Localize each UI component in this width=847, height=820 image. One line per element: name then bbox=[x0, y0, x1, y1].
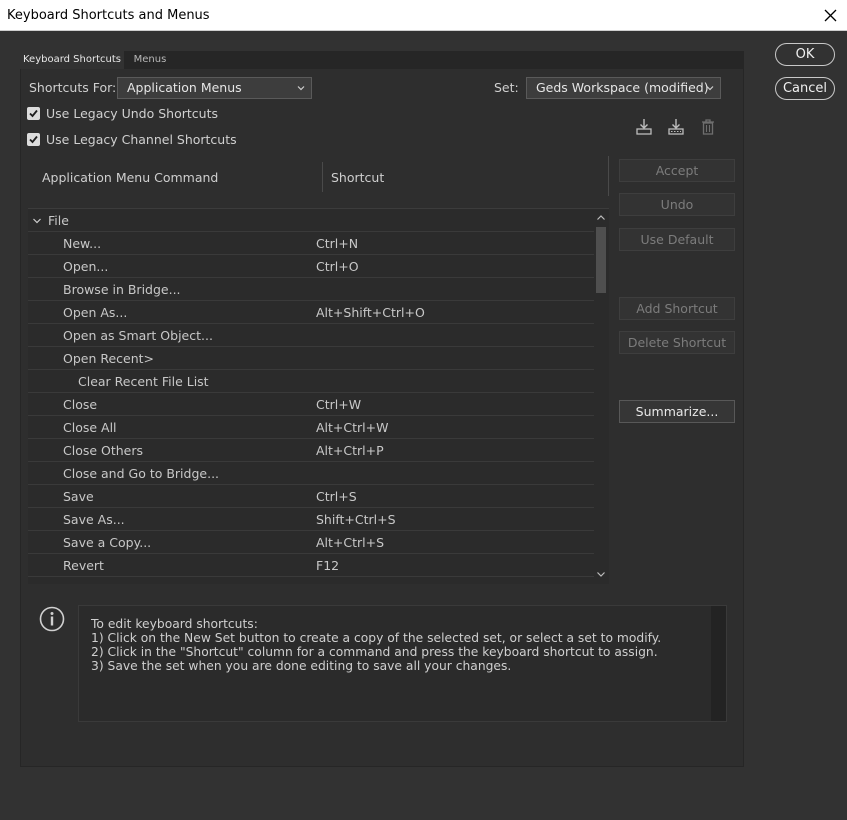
chevron-down-icon bbox=[597, 572, 605, 577]
command-row[interactable]: Revert F12 bbox=[28, 554, 594, 577]
shortcuts-for-value: Application Menus bbox=[127, 80, 242, 95]
cancel-button[interactable]: Cancel bbox=[775, 77, 835, 100]
use-default-button[interactable]: Use Default bbox=[619, 228, 735, 251]
legacy-channel-checkbox[interactable] bbox=[27, 133, 40, 146]
set-label: Set: bbox=[494, 80, 519, 95]
command-column-header[interactable]: Application Menu Command bbox=[42, 170, 218, 185]
shortcut-value[interactable]: Alt+Ctrl+S bbox=[316, 535, 384, 550]
column-divider bbox=[322, 162, 323, 192]
scroll-up-button[interactable] bbox=[594, 211, 608, 225]
command-name: Close bbox=[63, 397, 98, 412]
command-name: Save a Copy... bbox=[63, 535, 152, 550]
legacy-undo-checkbox[interactable] bbox=[27, 107, 40, 120]
scroll-thumb[interactable] bbox=[596, 227, 606, 293]
info-line: 3) Save the set when you are done editin… bbox=[91, 659, 512, 673]
accept-button[interactable]: Accept bbox=[619, 159, 735, 182]
delete-set-icon bbox=[702, 119, 714, 135]
shortcut-column-header[interactable]: Shortcut bbox=[331, 170, 384, 185]
legacy-channel-label: Use Legacy Channel Shortcuts bbox=[46, 132, 237, 147]
command-name: Close Others bbox=[63, 443, 144, 458]
shortcut-value[interactable]: Ctrl+S bbox=[316, 489, 357, 504]
shortcut-value[interactable]: Ctrl+W bbox=[316, 397, 361, 412]
undo-button[interactable]: Undo bbox=[619, 193, 735, 216]
shortcuts-for-dropdown[interactable]: Application Menus bbox=[117, 77, 312, 99]
command-name: Save bbox=[63, 489, 94, 504]
add-shortcut-button[interactable]: Add Shortcut bbox=[619, 297, 735, 320]
checkmark-icon bbox=[29, 109, 38, 118]
save-set-icon bbox=[636, 119, 652, 135]
command-row[interactable]: Save Ctrl+S bbox=[28, 485, 594, 508]
command-row[interactable]: New... Ctrl+N bbox=[28, 232, 594, 255]
command-name: Close and Go to Bridge... bbox=[63, 466, 220, 481]
set-value: Geds Workspace (modified) bbox=[536, 80, 709, 95]
command-name: Open Recent> bbox=[63, 351, 155, 366]
command-name: New... bbox=[63, 236, 102, 251]
header-end-divider bbox=[608, 156, 609, 196]
shortcut-value[interactable]: F12 bbox=[316, 558, 339, 573]
tree-group-file[interactable]: File bbox=[28, 209, 594, 232]
delete-set-button[interactable] bbox=[698, 117, 718, 137]
tree-group-label: File bbox=[48, 213, 69, 228]
command-name: Open As... bbox=[63, 305, 128, 320]
command-name: Revert bbox=[63, 558, 104, 573]
chevron-down-icon bbox=[33, 218, 41, 224]
command-row[interactable]: Close All Alt+Ctrl+W bbox=[28, 416, 594, 439]
tab-menus[interactable]: Menus bbox=[124, 51, 176, 69]
close-icon bbox=[824, 9, 836, 22]
save-set-as-button[interactable] bbox=[666, 117, 686, 137]
shortcuts-for-label: Shortcuts For: bbox=[29, 80, 117, 95]
window-title: Keyboard Shortcuts and Menus bbox=[7, 8, 210, 23]
info-line: 2) Click in the "Shortcut" column for a … bbox=[91, 645, 658, 659]
command-name: Open as Smart Object... bbox=[63, 328, 213, 343]
shortcut-value[interactable]: Ctrl+N bbox=[316, 236, 358, 251]
command-row[interactable]: Save a Copy... Alt+Ctrl+S bbox=[28, 531, 594, 554]
set-dropdown[interactable]: Geds Workspace (modified) bbox=[526, 77, 721, 99]
checkmark-icon bbox=[29, 135, 38, 144]
command-name: Open... bbox=[63, 259, 109, 274]
shortcut-value[interactable]: Ctrl+O bbox=[316, 259, 359, 274]
command-row[interactable]: Open as Smart Object... bbox=[28, 324, 594, 347]
command-row[interactable]: Open As... Alt+Shift+Ctrl+O bbox=[28, 301, 594, 324]
command-row[interactable]: Save As... Shift+Ctrl+S bbox=[28, 508, 594, 531]
scroll-down-button[interactable] bbox=[594, 567, 608, 581]
shortcut-value[interactable]: Alt+Ctrl+P bbox=[316, 443, 384, 458]
list-scrollbar[interactable] bbox=[594, 209, 608, 583]
save-set-button[interactable] bbox=[634, 117, 654, 137]
ok-button[interactable]: OK bbox=[775, 43, 835, 66]
command-row[interactable]: Open... Ctrl+O bbox=[28, 255, 594, 278]
command-list[interactable]: File New... Ctrl+N Open... Ctrl+O Browse in … bbox=[28, 208, 609, 584]
command-name: Clear Recent File List bbox=[78, 374, 209, 389]
tab-keyboard-shortcuts[interactable]: Keyboard Shortcuts bbox=[20, 51, 124, 69]
command-row[interactable]: Close Others Alt+Ctrl+P bbox=[28, 439, 594, 462]
command-name: Browse in Bridge... bbox=[63, 282, 181, 297]
delete-shortcut-button[interactable]: Delete Shortcut bbox=[619, 331, 735, 354]
command-row[interactable]: Clear Recent File List bbox=[28, 370, 594, 393]
save-set-as-icon bbox=[668, 119, 684, 135]
command-row[interactable]: Open Recent> bbox=[28, 347, 594, 370]
shortcut-value[interactable]: Alt+Shift+Ctrl+O bbox=[316, 305, 425, 320]
command-row[interactable]: Browse in Bridge... bbox=[28, 278, 594, 301]
info-text: To edit keyboard shortcuts: 1) Click on … bbox=[91, 617, 661, 673]
info-icon bbox=[39, 606, 65, 632]
close-window-button[interactable] bbox=[813, 0, 847, 31]
chevron-up-icon bbox=[597, 215, 605, 220]
info-line: 1) Click on the New Set button to create… bbox=[91, 631, 662, 645]
chevron-down-icon bbox=[297, 86, 305, 91]
command-row[interactable]: Close Ctrl+W bbox=[28, 393, 594, 416]
info-box: To edit keyboard shortcuts: 1) Click on … bbox=[78, 605, 727, 722]
summarize-button[interactable]: Summarize... bbox=[619, 400, 735, 423]
legacy-undo-label: Use Legacy Undo Shortcuts bbox=[46, 106, 218, 121]
command-row[interactable]: Close and Go to Bridge... bbox=[28, 462, 594, 485]
command-name: Save As... bbox=[63, 512, 125, 527]
command-name: Close All bbox=[63, 420, 117, 435]
shortcut-value[interactable]: Alt+Ctrl+W bbox=[316, 420, 388, 435]
chevron-down-icon bbox=[706, 86, 714, 91]
info-line: To edit keyboard shortcuts: bbox=[91, 617, 258, 631]
title-bar: Keyboard Shortcuts and Menus bbox=[0, 0, 847, 31]
info-scrollbar[interactable] bbox=[711, 606, 726, 721]
shortcut-value[interactable]: Shift+Ctrl+S bbox=[316, 512, 396, 527]
